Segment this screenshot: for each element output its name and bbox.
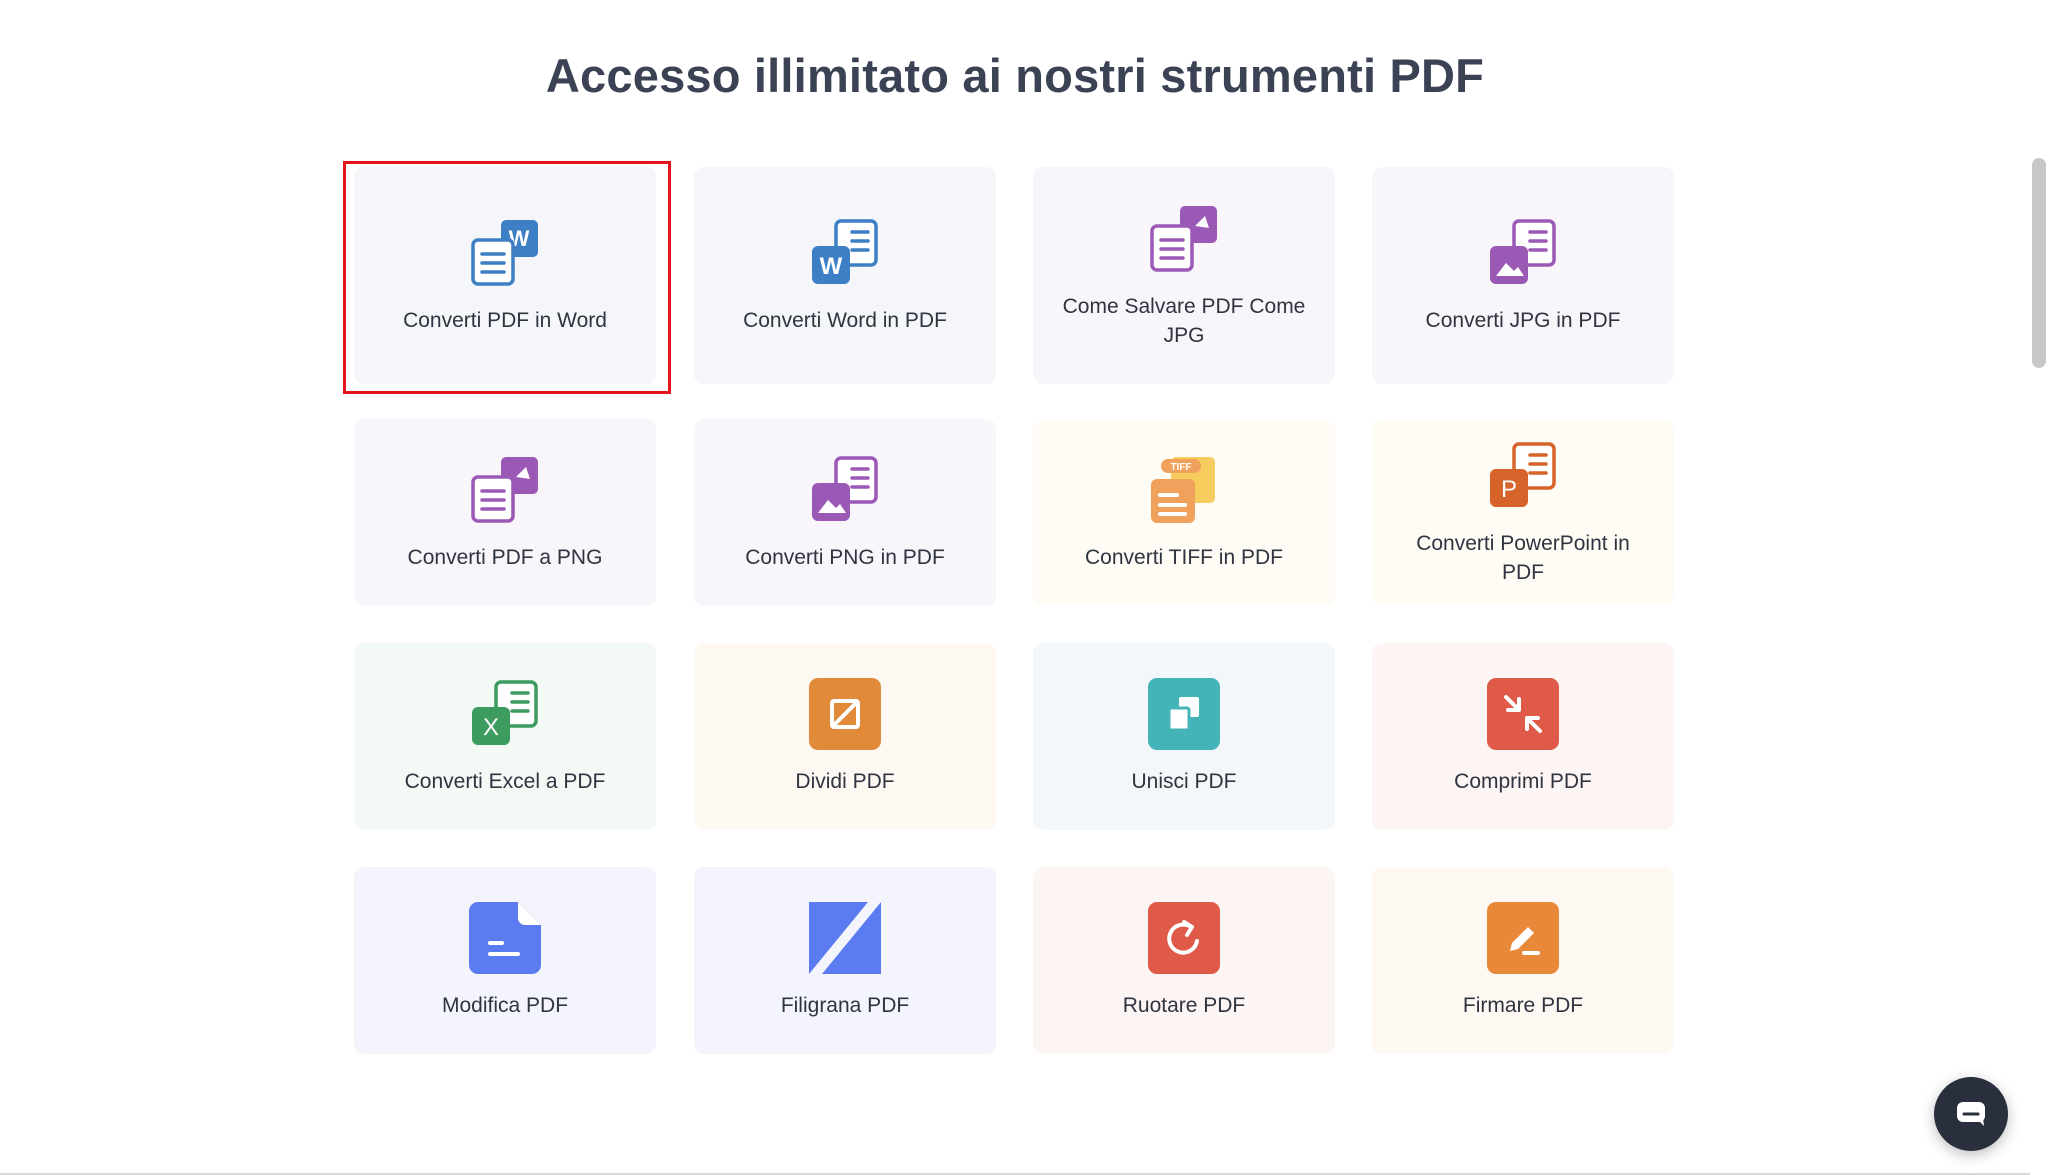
- powerpoint-to-pdf-icon: P: [1490, 441, 1556, 507]
- tiff-to-pdf-icon: TIFF: [1151, 457, 1215, 523]
- tool-label: Converti PDF in Word: [403, 309, 607, 332]
- tool-card-watermark-pdf[interactable]: Filigrana PDF: [694, 867, 996, 1054]
- tool-label: Converti JPG in PDF: [1425, 309, 1621, 332]
- tool-card-merge-pdf[interactable]: Unisci PDF: [1033, 643, 1335, 830]
- pdf-to-jpg-icon: [1150, 205, 1217, 272]
- svg-text:W: W: [820, 253, 843, 280]
- tool-label: Comprimi PDF: [1454, 770, 1592, 793]
- scrollbar[interactable]: [2030, 0, 2048, 1175]
- tool-label: Converti Word in PDF: [743, 309, 947, 332]
- sign-pdf-icon: [1487, 902, 1559, 974]
- watermark-pdf-icon: [809, 902, 881, 974]
- merge-pdf-icon: [1148, 678, 1220, 750]
- chat-button[interactable]: [1934, 1077, 2008, 1151]
- tool-label: Dividi PDF: [795, 770, 895, 793]
- tool-card-split-pdf[interactable]: Dividi PDF: [694, 643, 996, 830]
- tool-card-powerpoint-to-pdf[interactable]: P Converti PowerPoint in PDF: [1372, 419, 1674, 606]
- scrollbar-thumb[interactable]: [2032, 158, 2046, 368]
- tool-label: Converti TIFF in PDF: [1085, 546, 1283, 569]
- tool-card-sign-pdf[interactable]: Firmare PDF: [1372, 867, 1674, 1054]
- word-to-pdf-icon: W: [812, 219, 878, 284]
- tool-card-pdf-to-word[interactable]: W Converti PDF in Word: [354, 167, 656, 384]
- split-pdf-icon: [809, 678, 881, 750]
- excel-to-pdf-icon: X: [472, 680, 538, 745]
- tool-label: Modifica PDF: [441, 994, 569, 1017]
- edit-pdf-icon: [469, 902, 541, 974]
- tool-label: Converti Excel a PDF: [404, 770, 606, 793]
- tool-card-excel-to-pdf[interactable]: X Converti Excel a PDF: [354, 643, 656, 830]
- tool-label: Filigrana PDF: [780, 994, 910, 1017]
- excel-letter: X: [483, 714, 499, 741]
- pdf-to-word-icon: W: [471, 220, 538, 286]
- png-to-pdf-icon: [812, 456, 878, 521]
- tool-card-compress-pdf[interactable]: Comprimi PDF: [1372, 643, 1674, 830]
- rotate-pdf-icon: [1148, 902, 1220, 974]
- tool-label: Come Salvare PDF Come JPG: [1062, 294, 1306, 347]
- powerpoint-letter: P: [1501, 476, 1517, 503]
- tool-card-png-to-pdf[interactable]: Converti PNG in PDF: [694, 419, 996, 606]
- tool-card-jpg-to-pdf[interactable]: Converti JPG in PDF: [1372, 167, 1674, 384]
- tool-card-rotate-pdf[interactable]: Ruotare PDF: [1033, 867, 1335, 1054]
- tool-label: Firmare PDF: [1462, 994, 1584, 1017]
- tool-label: Converti PowerPoint in PDF: [1416, 531, 1630, 584]
- tool-label: Converti PNG in PDF: [745, 546, 945, 569]
- tool-label: Unisci PDF: [1131, 770, 1237, 793]
- tool-card-pdf-to-png[interactable]: Converti PDF a PNG: [354, 419, 656, 606]
- chat-icon: [1957, 1102, 1985, 1126]
- jpg-to-pdf-icon: [1490, 219, 1556, 284]
- page-title: Accesso illimitato ai nostri strumenti P…: [545, 49, 1485, 102]
- tool-label: Converti PDF a PNG: [407, 546, 603, 569]
- tool-card-edit-pdf[interactable]: Modifica PDF: [354, 867, 656, 1054]
- tiff-badge: TIFF: [1170, 462, 1191, 473]
- tool-label: Ruotare PDF: [1122, 994, 1246, 1017]
- compress-pdf-icon: [1487, 678, 1559, 750]
- tool-card-tiff-to-pdf[interactable]: TIFF Converti TIFF in PDF: [1033, 419, 1335, 606]
- tool-card-pdf-to-jpg[interactable]: Come Salvare PDF Come JPG: [1033, 167, 1335, 384]
- tool-card-word-to-pdf[interactable]: W Converti Word in PDF: [694, 167, 996, 384]
- pdf-to-png-icon: [471, 457, 538, 523]
